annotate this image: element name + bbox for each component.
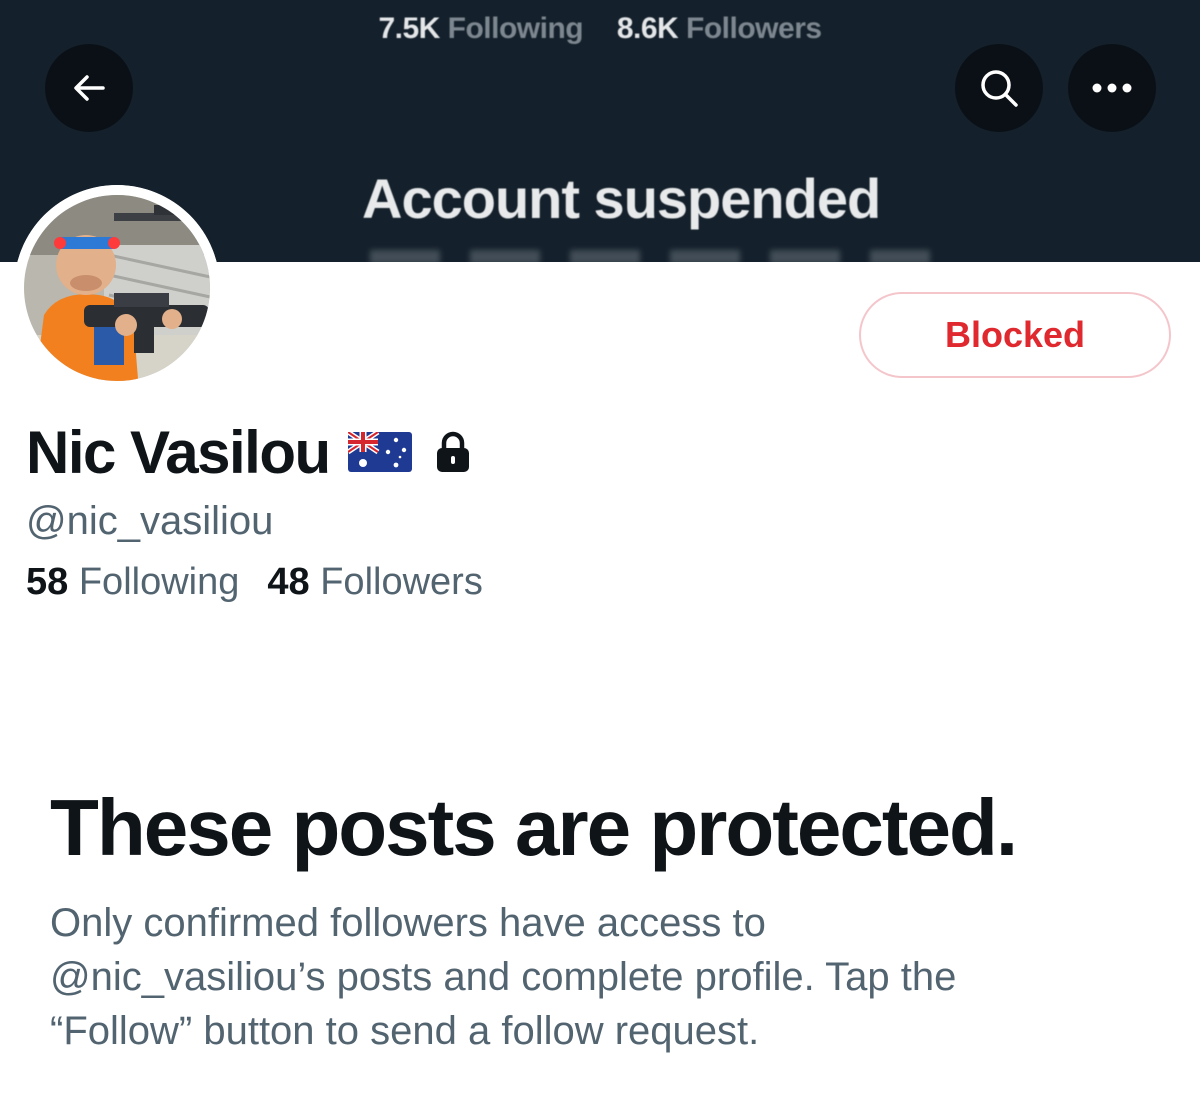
banner-followers-count: 8.6K: [616, 12, 679, 45]
protected-line-2: @nic_vasiliou’s posts and complete profi…: [50, 955, 957, 999]
display-name: Nic Vasilou: [26, 418, 331, 486]
lock-icon: [436, 431, 469, 472]
protected-line-3: “Follow” button to send a follow request…: [50, 1009, 760, 1053]
profile-name-row: Nic Vasilou: [26, 417, 472, 487]
search-button[interactable]: [955, 44, 1043, 132]
profile-handle: @nic_vasiliou: [26, 499, 274, 543]
banner-subtitle-blurred: [370, 250, 930, 262]
profile-follow-stats: 58 Following 48 Followers: [26, 561, 483, 604]
more-horizontal-icon: [1092, 83, 1132, 93]
banner-followers-label: Followers: [686, 12, 822, 45]
profile-avatar[interactable]: [14, 185, 220, 391]
search-icon: [981, 70, 1018, 107]
banner-title: Account suspended: [362, 167, 881, 230]
following-link[interactable]: 58 Following: [26, 561, 239, 603]
following-count: 58: [26, 561, 69, 603]
banner-following-label: Following: [447, 12, 584, 45]
blocked-button[interactable]: Blocked: [859, 292, 1171, 378]
more-button[interactable]: [1068, 44, 1156, 132]
protected-line-1: Only confirmed followers have access to: [50, 901, 766, 945]
protected-description: Only confirmed followers have access to …: [50, 896, 1130, 1058]
banner-following-count: 7.5K: [378, 12, 440, 45]
arrow-left-icon: [74, 75, 105, 101]
back-button[interactable]: [45, 44, 133, 132]
followers-count: 48: [267, 561, 310, 603]
protected-title: These posts are protected.: [50, 783, 1018, 872]
australia-flag-icon: [347, 432, 412, 472]
banner-stats: 7.5K Following 8.6K Followers: [0, 12, 1200, 46]
following-label: Following: [78, 561, 240, 603]
avatar-photo: [14, 185, 220, 391]
followers-link[interactable]: 48 Followers: [267, 561, 482, 603]
followers-label: Followers: [320, 561, 483, 603]
